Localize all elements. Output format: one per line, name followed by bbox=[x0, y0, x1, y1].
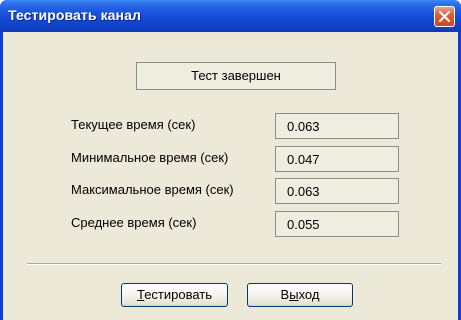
dialog-body: Тест завершен Текущее время (сек) 0.063 … bbox=[3, 32, 458, 320]
exit-button-mnemonic: ы bbox=[289, 287, 299, 302]
test-button-rest: естировать bbox=[144, 287, 213, 302]
min-time-value: 0.047 bbox=[275, 146, 399, 172]
max-time-label: Максимальное время (сек) bbox=[71, 182, 234, 197]
test-button[interactable]: Тестировать bbox=[121, 283, 228, 307]
avg-time-label: Среднее время (сек) bbox=[71, 215, 197, 230]
separator-line bbox=[27, 263, 441, 265]
exit-button-rest: ход bbox=[298, 287, 320, 302]
exit-button[interactable]: Выход bbox=[247, 283, 353, 307]
current-time-value: 0.063 bbox=[275, 113, 399, 139]
window-title: Тестировать канал bbox=[8, 7, 141, 23]
title-bar[interactable]: Тестировать канал bbox=[0, 0, 461, 32]
close-button[interactable] bbox=[434, 6, 455, 27]
status-box: Тест завершен bbox=[136, 62, 336, 90]
max-time-value: 0.063 bbox=[275, 178, 399, 204]
current-time-label: Текущее время (сек) bbox=[71, 117, 196, 132]
dialog-window: Тестировать канал Тест завершен Текущее … bbox=[0, 0, 461, 320]
min-time-label: Минимальное время (сек) bbox=[71, 150, 229, 165]
close-icon bbox=[439, 11, 450, 22]
exit-button-prefix: В bbox=[280, 287, 290, 302]
avg-time-value: 0.055 bbox=[275, 211, 399, 237]
